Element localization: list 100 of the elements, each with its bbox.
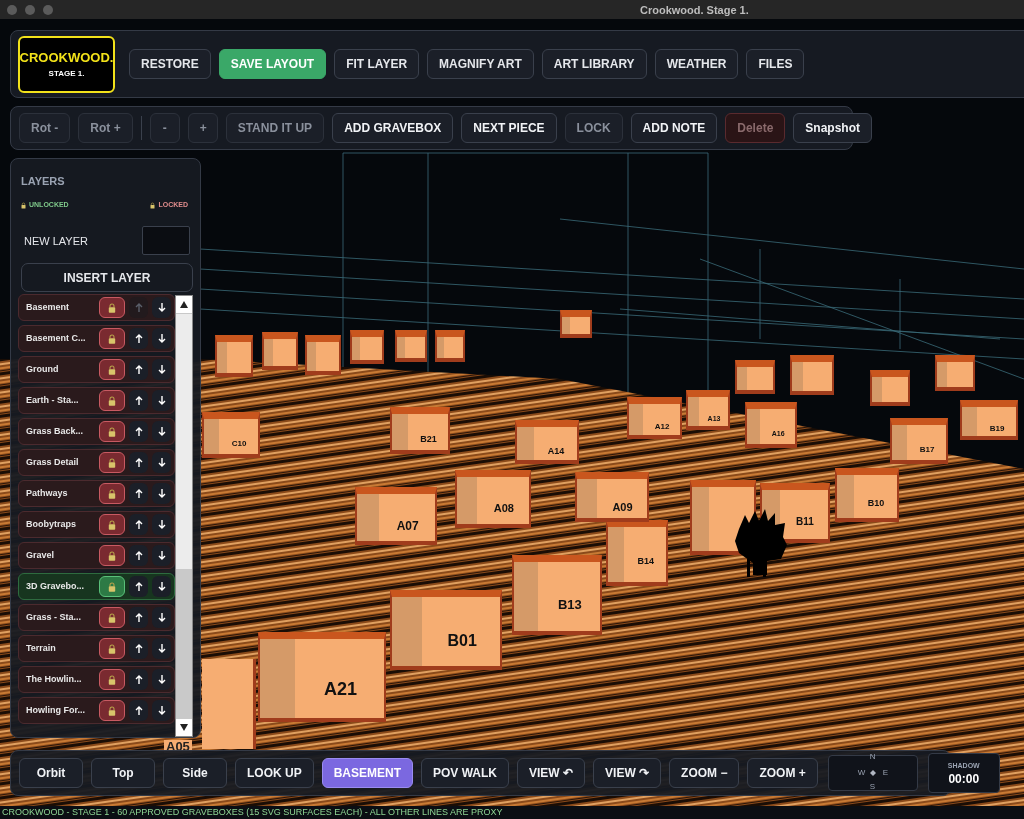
move-down-button[interactable]: [152, 483, 171, 504]
view-button[interactable]: Orbit: [19, 758, 83, 788]
move-down-button[interactable]: [152, 328, 171, 349]
gravebox-drawing[interactable]: B14: [606, 520, 668, 586]
view-button[interactable]: BASEMENT: [321, 758, 413, 788]
view-button[interactable]: ZOOM −: [669, 758, 740, 788]
move-down-button[interactable]: [152, 576, 171, 597]
move-up-button[interactable]: [129, 638, 148, 659]
view-button[interactable]: POV WALK: [421, 758, 510, 788]
insert-layer-button[interactable]: INSERT LAYER: [21, 263, 193, 292]
layer-row[interactable]: Basement C...: [18, 325, 175, 352]
move-up-button[interactable]: [129, 700, 148, 721]
scroll-down-button[interactable]: [176, 719, 192, 736]
gravebox-drawing[interactable]: A12: [627, 397, 682, 439]
lock-toggle[interactable]: [99, 576, 125, 597]
gravebox-drawing[interactable]: A21: [258, 632, 386, 722]
scroll-thumb[interactable]: [176, 314, 192, 569]
gravebox-drawing[interactable]: B01: [390, 590, 502, 670]
view-button[interactable]: Side: [163, 758, 227, 788]
compass[interactable]: N W E S: [827, 755, 918, 791]
gravebox-drawing[interactable]: C10: [202, 412, 260, 458]
down-arrow-icon: [157, 520, 166, 529]
move-down-button[interactable]: [152, 359, 171, 380]
move-down-button[interactable]: [152, 700, 171, 721]
lock-toggle[interactable]: [99, 545, 125, 566]
move-up-button[interactable]: [129, 483, 148, 504]
view-button[interactable]: Top: [91, 758, 155, 788]
toolbar-button[interactable]: FILES: [746, 49, 805, 79]
move-up-button[interactable]: [129, 421, 148, 442]
toolbar-button[interactable]: WEATHER: [654, 49, 739, 79]
gravebox-drawing[interactable]: B19: [960, 400, 1018, 440]
gravebox-drawing[interactable]: A07: [355, 487, 437, 545]
move-up-button[interactable]: [129, 390, 148, 411]
lock-toggle[interactable]: [99, 700, 125, 721]
layer-row[interactable]: Gravel: [18, 542, 175, 569]
layer-row[interactable]: Grass - Sta...: [18, 604, 175, 631]
lock-toggle[interactable]: [99, 514, 125, 535]
layer-row[interactable]: Grass Detail: [18, 449, 175, 476]
move-up-button[interactable]: [129, 514, 148, 535]
lock-toggle[interactable]: [99, 483, 125, 504]
toolbar-button[interactable]: RESTORE: [129, 49, 211, 79]
move-up-button[interactable]: [129, 669, 148, 690]
toolbar-button[interactable]: NEXT PIECE: [461, 113, 557, 143]
view-button[interactable]: VIEW ↷: [593, 758, 662, 788]
scrollbar[interactable]: [175, 295, 193, 737]
toolbar-button[interactable]: MAGNIFY ART: [427, 49, 534, 79]
layer-row[interactable]: Terrain: [18, 635, 175, 662]
layer-row[interactable]: Boobytraps: [18, 511, 175, 538]
toolbar-button[interactable]: ART LIBRARY: [541, 49, 647, 79]
toolbar-button[interactable]: Snapshot: [793, 113, 872, 143]
move-down-button[interactable]: [152, 452, 171, 473]
lock-toggle[interactable]: [99, 669, 125, 690]
gravebox-drawing[interactable]: B13: [512, 555, 602, 635]
new-layer-field[interactable]: [142, 226, 190, 255]
layer-row[interactable]: The Howlin...: [18, 666, 175, 693]
lock-toggle[interactable]: [99, 390, 125, 411]
lock-toggle[interactable]: [99, 359, 125, 380]
scroll-up-button[interactable]: [176, 296, 192, 313]
lock-toggle[interactable]: [99, 328, 125, 349]
move-up-button[interactable]: [129, 576, 148, 597]
toolbar-button[interactable]: FIT LAYER: [334, 49, 420, 79]
layer-row[interactable]: Basement: [18, 294, 175, 321]
move-down-button[interactable]: [152, 607, 171, 628]
view-button[interactable]: LOOK UP: [235, 758, 314, 788]
gravebox-drawing[interactable]: B17: [890, 418, 948, 464]
move-up-button[interactable]: [129, 359, 148, 380]
layer-row[interactable]: Grass Back...: [18, 418, 175, 445]
gravebox-drawing[interactable]: A08: [455, 470, 531, 528]
gravebox-drawing[interactable]: B10: [835, 468, 899, 522]
move-down-button[interactable]: [152, 669, 171, 690]
move-up-button[interactable]: [129, 452, 148, 473]
move-up-button[interactable]: [129, 607, 148, 628]
down-arrow-icon: [157, 303, 166, 312]
lock-toggle[interactable]: [99, 297, 125, 318]
new-layer-label: NEW LAYER: [24, 234, 88, 249]
lock-toggle[interactable]: [99, 638, 125, 659]
move-down-button[interactable]: [152, 421, 171, 442]
move-up-button[interactable]: [129, 545, 148, 566]
gravebox-drawing[interactable]: A14: [515, 420, 579, 464]
move-down-button[interactable]: [152, 638, 171, 659]
gravebox-drawing[interactable]: B21: [390, 407, 450, 454]
view-button[interactable]: VIEW ↶: [517, 758, 586, 788]
toolbar-button[interactable]: ADD NOTE: [630, 113, 718, 143]
layer-row[interactable]: Howling For...: [18, 697, 175, 724]
layer-row[interactable]: Ground: [18, 356, 175, 383]
move-down-button[interactable]: [152, 514, 171, 535]
toolbar-button[interactable]: ADD GRAVEBOX: [332, 113, 454, 143]
move-down-button[interactable]: [152, 545, 171, 566]
padlock-icon: [108, 395, 116, 406]
layer-row[interactable]: Earth - Sta...: [18, 387, 175, 414]
move-down-button[interactable]: [152, 297, 171, 318]
lock-toggle[interactable]: [99, 421, 125, 442]
layer-row[interactable]: 3D Gravebo...: [18, 573, 175, 600]
layer-row[interactable]: Pathways: [18, 480, 175, 507]
gravebox-drawing[interactable]: A09: [575, 472, 649, 522]
move-down-button[interactable]: [152, 390, 171, 411]
view-button[interactable]: ZOOM +: [747, 758, 818, 788]
move-up-button[interactable]: [129, 328, 148, 349]
lock-toggle[interactable]: [99, 452, 125, 473]
lock-toggle[interactable]: [99, 607, 125, 628]
